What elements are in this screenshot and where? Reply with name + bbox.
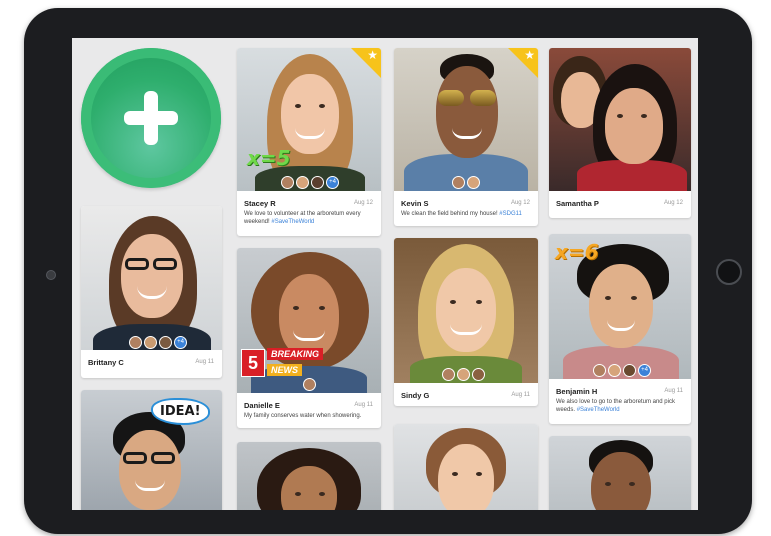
avatar <box>593 364 606 377</box>
avatar <box>608 364 621 377</box>
home-button[interactable] <box>716 259 742 285</box>
post-text: My family conserves water when showering… <box>244 413 362 419</box>
plus-icon-vertical <box>144 91 158 145</box>
author-name: Danielle E <box>244 401 280 410</box>
post-date: Aug 11 <box>511 392 530 398</box>
star-icon: ★ <box>524 48 535 62</box>
screen: +4 Brittany C Aug 11 IDEA! ★ x=5 +4 Stac… <box>72 38 698 510</box>
post-card[interactable] <box>237 442 381 510</box>
avatar <box>467 176 480 189</box>
post-card[interactable]: ★ Kevin S Aug 12 We clean the field behi… <box>394 48 538 226</box>
post-card[interactable] <box>549 436 691 510</box>
avatar <box>129 336 142 349</box>
avatar <box>303 378 316 391</box>
avatar <box>452 176 465 189</box>
avatar <box>457 368 470 381</box>
avatar <box>159 336 172 349</box>
participant-avatars[interactable] <box>452 176 480 189</box>
post-card[interactable]: x=6 +4 Benjamin H Aug 11 We also love to… <box>549 234 691 424</box>
post-card[interactable] <box>394 424 538 510</box>
more-participants-badge: +4 <box>638 364 651 377</box>
post-date: Aug 12 <box>663 200 683 206</box>
post-card[interactable]: IDEA! <box>81 390 222 510</box>
post-card[interactable]: Samantha P Aug 12 <box>549 48 691 218</box>
participant-avatars[interactable]: +4 <box>129 336 187 349</box>
author-name: Kevin S <box>401 199 429 208</box>
breaking-number: 5 <box>241 349 265 377</box>
post-photo <box>237 442 381 510</box>
author-name: Stacey R <box>244 199 276 208</box>
post-photo <box>549 436 691 510</box>
hashtag-link[interactable]: #SaveTheWorld <box>271 219 314 225</box>
author-name: Sindy G <box>401 391 430 400</box>
camera-icon <box>46 270 56 280</box>
post-date: Aug 12 <box>510 200 530 206</box>
breaking-news-sticker: 5 BREAKING NEWS <box>241 348 324 378</box>
participant-avatars[interactable] <box>303 378 316 391</box>
post-card[interactable]: 5 BREAKING NEWS Danielle E Aug 11 My fam… <box>237 248 381 428</box>
post-date: Aug 12 <box>353 200 373 206</box>
post-card[interactable]: +4 Brittany C Aug 11 <box>81 206 222 378</box>
avatar <box>296 176 309 189</box>
add-post-button[interactable] <box>81 48 221 188</box>
post-date: Aug 11 <box>195 359 214 365</box>
post-photo <box>81 206 222 350</box>
post-date: Aug 11 <box>664 388 683 394</box>
tablet-frame: +4 Brittany C Aug 11 IDEA! ★ x=5 +4 Stac… <box>24 8 752 534</box>
author-name: Samantha P <box>556 199 599 208</box>
author-name: Brittany C <box>88 358 124 367</box>
post-photo <box>394 424 538 510</box>
author-name: Benjamin H <box>556 387 598 396</box>
post-body: We clean the field behind my house! <box>401 211 500 217</box>
star-icon: ★ <box>367 48 378 62</box>
post-card[interactable]: Sindy G Aug 11 <box>394 238 538 406</box>
participant-avatars[interactable] <box>442 368 485 381</box>
post-photo <box>394 238 538 383</box>
avatar <box>144 336 157 349</box>
post-text: We love to volunteer at the arboretum ev… <box>244 210 374 226</box>
avatar <box>311 176 324 189</box>
news-label: NEWS <box>267 364 302 376</box>
avatar <box>472 368 485 381</box>
post-card[interactable]: ★ x=5 +4 Stacey R Aug 12 We love to volu… <box>237 48 381 236</box>
more-participants-badge: +4 <box>326 176 339 189</box>
more-participants-badge: +4 <box>174 336 187 349</box>
hashtag-link[interactable]: #SDG11 <box>499 211 522 217</box>
breaking-label: BREAKING <box>267 348 324 360</box>
math-sticker: x=5 <box>247 146 291 170</box>
post-text: We clean the field behind my house! #SDG… <box>401 210 531 218</box>
post-photo <box>549 48 691 191</box>
post-text: We also love to go to the arboretum and … <box>556 398 684 414</box>
participant-avatars[interactable]: +4 <box>281 176 339 189</box>
participant-avatars[interactable]: +4 <box>593 364 651 377</box>
hashtag-link[interactable]: #SaveTheWorld <box>577 407 620 413</box>
avatar <box>281 176 294 189</box>
avatar <box>623 364 636 377</box>
avatar <box>442 368 455 381</box>
post-date: Aug 11 <box>354 402 373 408</box>
math-sticker: x=6 <box>555 240 599 264</box>
